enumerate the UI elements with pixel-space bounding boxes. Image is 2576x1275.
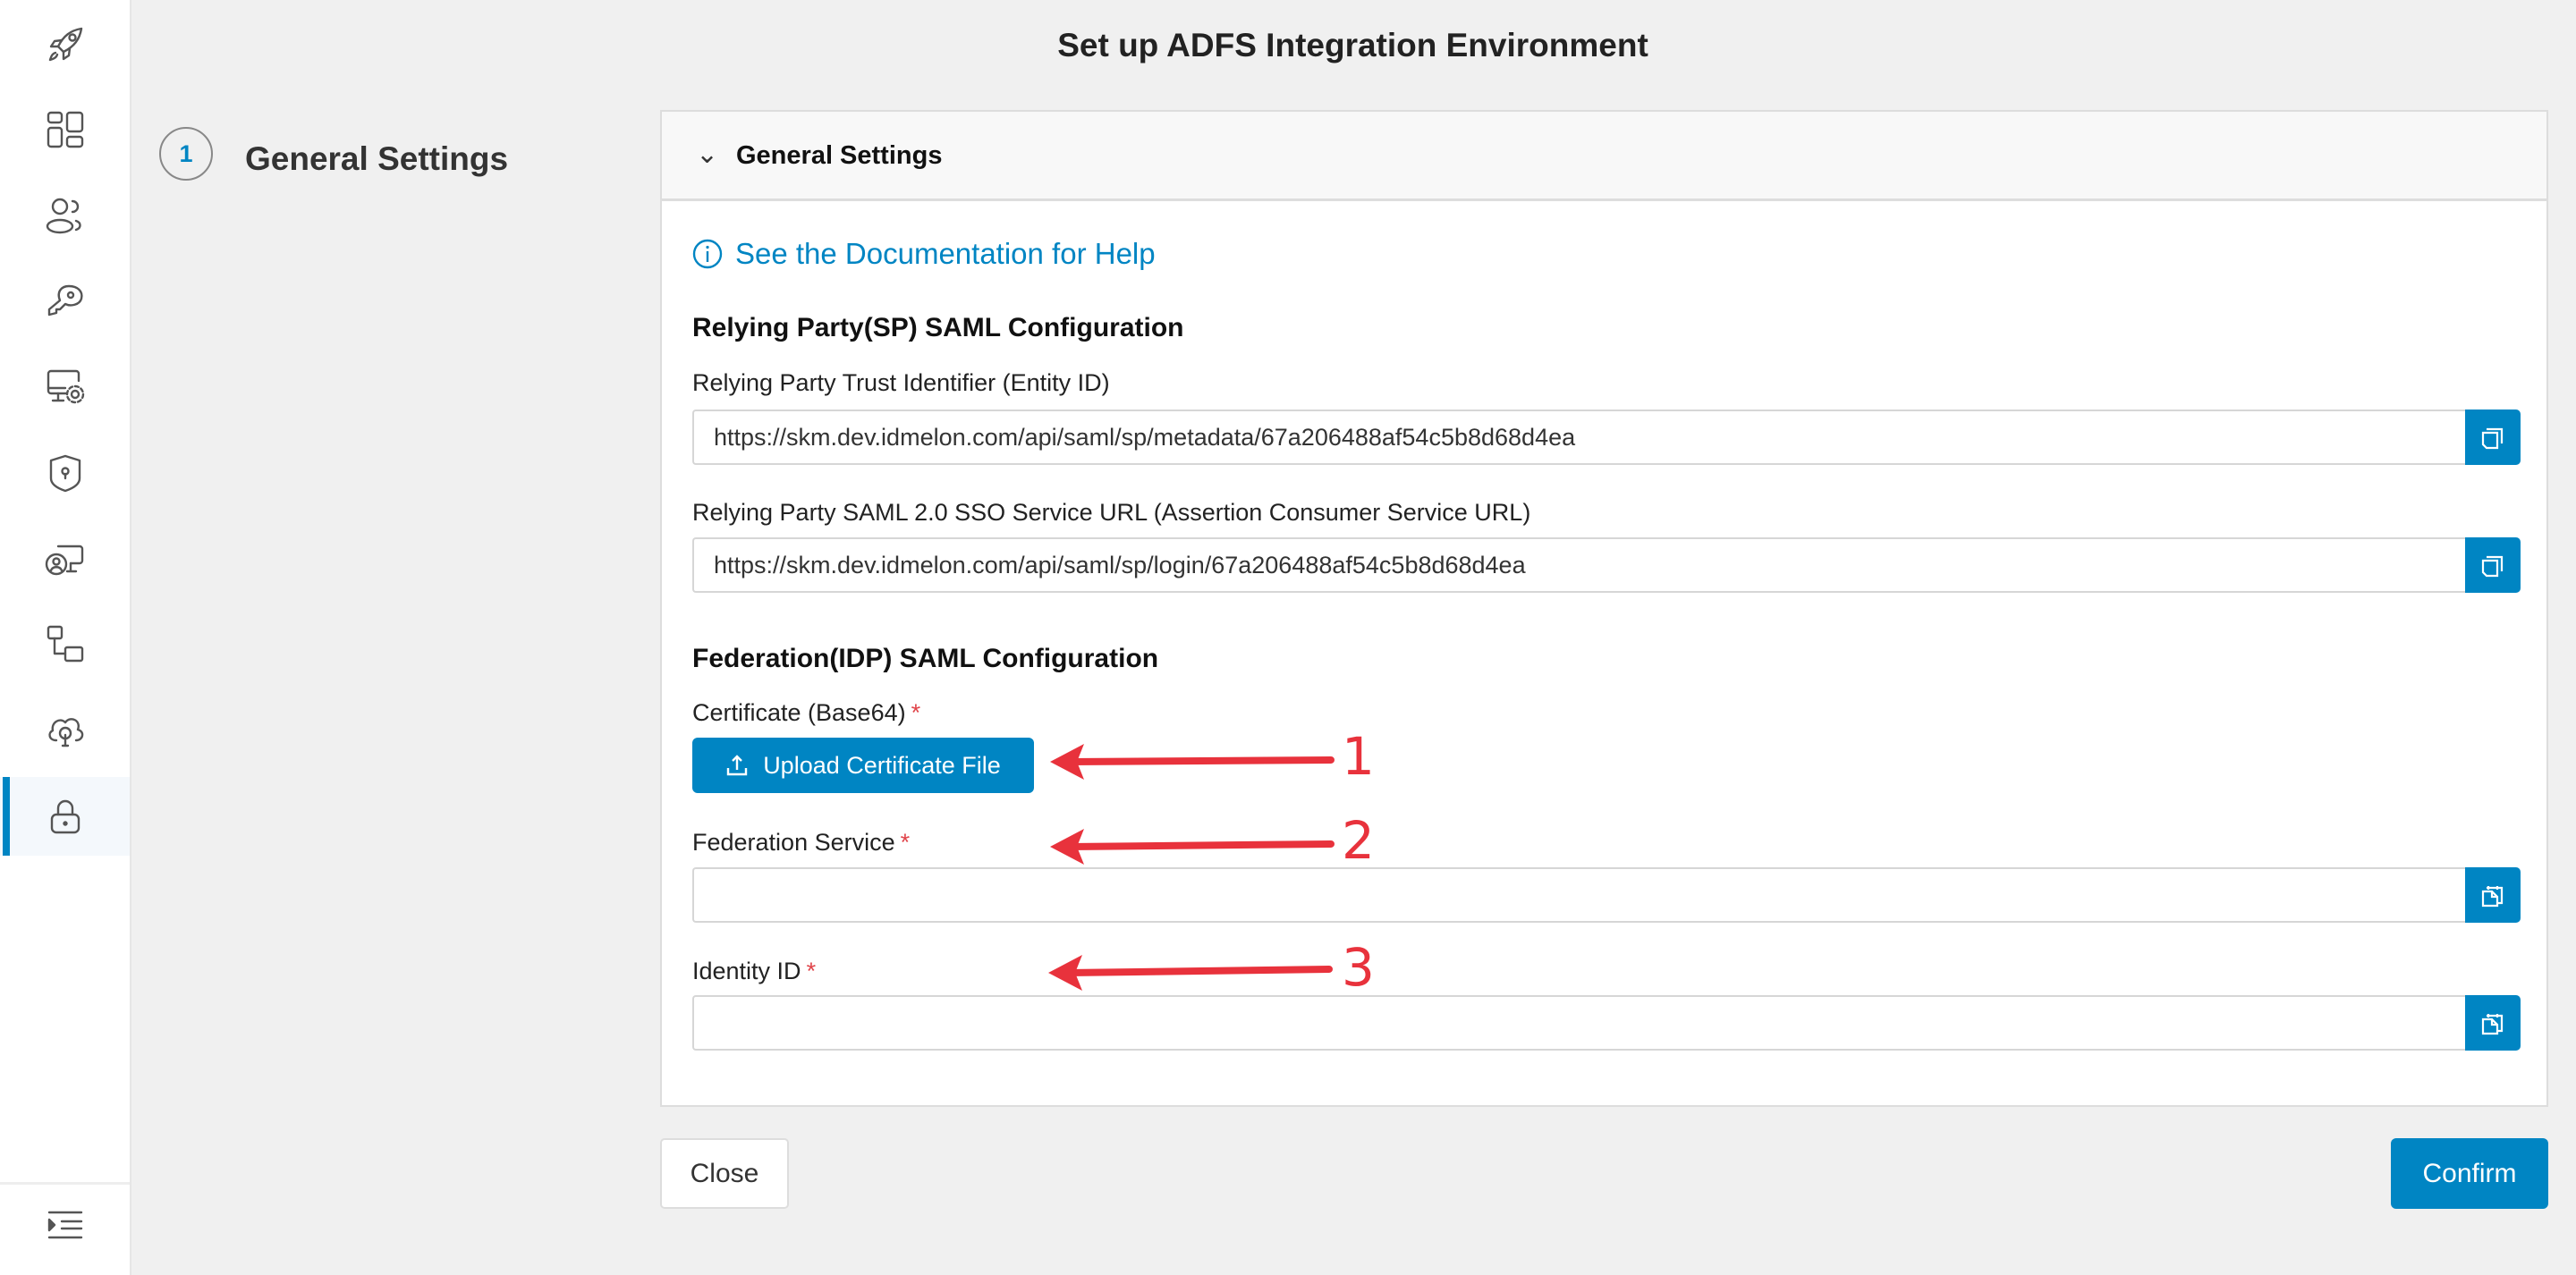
rocket-icon	[48, 27, 82, 62]
certificate-label: Certificate (Base64) *	[692, 699, 920, 727]
annotation-number-2: 2	[1342, 810, 1375, 871]
entity-id-input[interactable]	[692, 410, 2467, 465]
sp-heading: Relying Party(SP) SAML Configuration	[692, 313, 1184, 342]
identity-id-input[interactable]	[692, 995, 2467, 1051]
acs-url-input[interactable]	[692, 537, 2467, 593]
shield-lock-icon	[49, 454, 80, 493]
identity-id-label: Identity ID *	[692, 958, 816, 985]
documentation-link-text: See the Documentation for Help	[735, 237, 1156, 270]
general-settings-panel: ⌄ General Settings See the Documentation…	[660, 110, 2548, 1107]
annotation-arrow-3	[1048, 955, 1333, 991]
step-number: 1	[159, 127, 213, 181]
lock-icon	[50, 799, 80, 834]
copy-entity-id-button[interactable]	[2465, 410, 2521, 465]
confirm-button[interactable]: Confirm	[2391, 1138, 2548, 1209]
workflow-icon	[47, 625, 83, 663]
annotation-arrow-1	[1050, 744, 1335, 780]
sidebar-item-security[interactable]	[0, 434, 130, 512]
page-title: Set up ADFS Integration Environment	[1057, 27, 1648, 63]
sidebar-item-keys[interactable]	[0, 261, 130, 340]
idp-heading: Federation(IDP) SAML Configuration	[692, 644, 1159, 673]
paste-icon	[2481, 1014, 2504, 1035]
key-icon	[47, 284, 83, 317]
copy-acs-url-button[interactable]	[2465, 537, 2521, 593]
dashboard-icon	[47, 111, 83, 148]
federation-service-input[interactable]	[692, 867, 2467, 923]
sidebar-item-workflow[interactable]	[0, 604, 130, 683]
paste-icon	[2481, 886, 2504, 908]
identity-id-label-text: Identity ID	[692, 958, 801, 984]
required-mark: *	[900, 829, 911, 856]
cloud-lock-icon	[47, 718, 83, 747]
annotation-number-3: 3	[1342, 937, 1375, 998]
acs-url-field	[692, 537, 2521, 593]
paste-federation-service-button[interactable]	[2465, 867, 2521, 923]
sidebar-item-users[interactable]	[0, 176, 130, 255]
identity-id-field	[692, 995, 2521, 1051]
sidebar-item-device-settings[interactable]	[0, 349, 130, 427]
federation-service-label-text: Federation Service	[692, 829, 895, 856]
annotation-arrow-2	[1050, 829, 1335, 865]
annotation-number-1: 1	[1342, 726, 1375, 787]
entity-id-field	[692, 410, 2521, 465]
required-mark: *	[806, 958, 817, 984]
sidebar-item-dashboard[interactable]	[0, 90, 130, 169]
sidebar-item-user-devices[interactable]	[0, 519, 130, 598]
monitor-settings-icon	[47, 369, 84, 404]
step-label: General Settings	[245, 140, 509, 177]
entity-id-label: Relying Party Trust Identifier (Entity I…	[692, 369, 1110, 396]
user-monitor-icon	[45, 545, 83, 576]
upload-icon	[726, 755, 748, 776]
acs-url-label: Relying Party SAML 2.0 SSO Service URL (…	[692, 499, 1531, 526]
federation-service-label: Federation Service *	[692, 829, 910, 857]
sidebar-divider	[0, 1182, 130, 1185]
certificate-label-text: Certificate (Base64)	[692, 699, 906, 726]
paste-identity-id-button[interactable]	[2465, 995, 2521, 1051]
users-icon	[46, 198, 81, 234]
sidebar-collapse-button[interactable]	[0, 1186, 130, 1264]
documentation-link[interactable]: See the Documentation for Help	[692, 237, 1156, 271]
required-mark: *	[911, 699, 921, 726]
sidebar-item-cloud-security[interactable]	[0, 690, 130, 769]
sidebar-item-getting-started[interactable]	[0, 5, 130, 84]
panel-header[interactable]: ⌄ General Settings	[662, 112, 2546, 201]
copy-icon	[2481, 555, 2504, 578]
sidebar-item-sso[interactable]	[0, 777, 130, 856]
chevron-down-icon[interactable]: ⌄	[696, 139, 718, 170]
sidebar	[0, 0, 131, 1275]
close-button[interactable]: Close	[660, 1138, 789, 1209]
info-icon	[692, 239, 723, 269]
upload-certificate-button[interactable]: Upload Certificate File	[692, 738, 1034, 793]
panel-title: General Settings	[736, 141, 943, 170]
annotation-arrows	[1048, 744, 1335, 991]
copy-icon	[2481, 427, 2504, 450]
upload-certificate-label: Upload Certificate File	[763, 751, 1001, 779]
menu-collapse-icon	[47, 1211, 82, 1239]
federation-service-field	[692, 867, 2521, 923]
